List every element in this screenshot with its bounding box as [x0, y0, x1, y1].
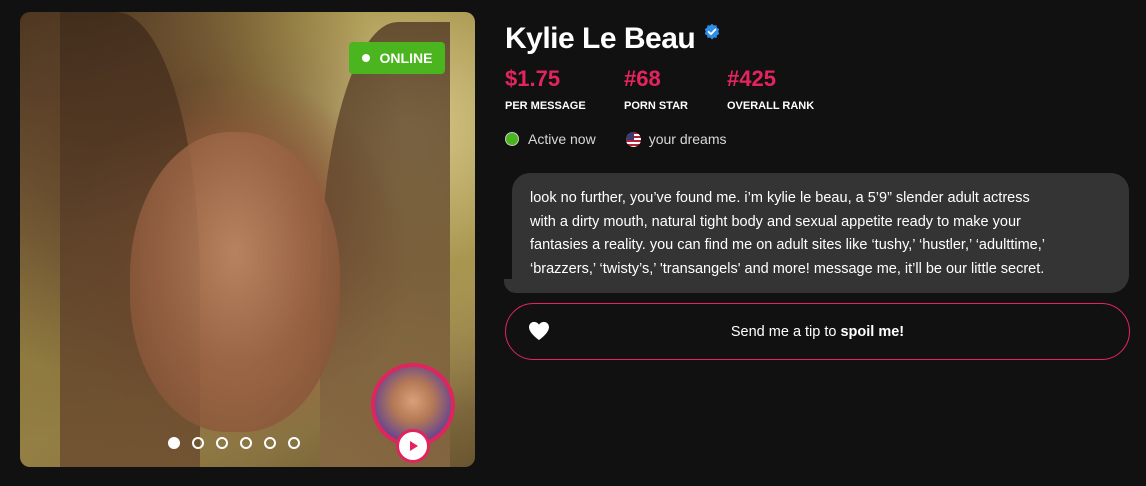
flag-canton: [625, 131, 634, 140]
play-icon: [410, 441, 418, 451]
gallery-dot-5[interactable]: [264, 437, 276, 449]
tip-button-emphasis: spoil me!: [840, 323, 905, 340]
profile-name: Kylie Le Beau: [505, 22, 696, 55]
name-row: Kylie Le Beau: [505, 22, 721, 56]
gallery-dot-4[interactable]: [240, 437, 252, 449]
stat-category-rank: #68 PORN STAR: [624, 66, 688, 112]
stat-overall-rank-value: #425: [727, 66, 776, 91]
play-button[interactable]: [396, 429, 430, 463]
stat-category-rank-label: PORN STAR: [624, 100, 688, 112]
bio-line: look no further, you’ve found me. i’m ky…: [530, 190, 1030, 206]
active-status-text: Active now: [528, 131, 596, 147]
status-row: Active now your dreams: [505, 131, 727, 147]
stat-overall-rank-label: OVERALL RANK: [727, 100, 815, 112]
bio-line: fantasies a reality. you can find me on …: [530, 237, 1045, 253]
gallery-dot-1[interactable]: [168, 437, 180, 449]
online-badge-label: ONLINE: [379, 50, 433, 66]
active-status-icon: [505, 132, 519, 146]
stat-price: $1.75 PER MESSAGE: [505, 66, 586, 112]
bio-bubble: look no further, you’ve found me. i’m ky…: [512, 173, 1129, 293]
gallery-dot-6[interactable]: [288, 437, 300, 449]
profile-page: ONLINE Kylie Le Beau $1.75 PER MESSAGE #…: [0, 0, 1146, 486]
location-text: your dreams: [648, 131, 727, 147]
heart-icon: [529, 321, 549, 341]
photo-face: [130, 132, 340, 432]
bio-line: ‘brazzers,’ ‘twisty’s,’ 'transangels' an…: [530, 260, 1045, 277]
gallery-dot-3[interactable]: [216, 437, 228, 449]
bio-line: with a dirty mouth, natural tight body a…: [530, 213, 1021, 230]
online-badge: ONLINE: [349, 42, 445, 74]
stat-overall-rank: #425 OVERALL RANK: [727, 66, 814, 112]
verified-badge-icon: [705, 23, 720, 40]
stat-price-value: $1.75: [505, 66, 561, 91]
gallery-dot-2[interactable]: [192, 437, 204, 449]
gallery-pagination: [168, 437, 300, 449]
send-tip-button[interactable]: Send me a tip to spoil me!: [505, 303, 1130, 360]
stat-category-rank-value: #68: [624, 66, 661, 91]
profile-photo[interactable]: ONLINE: [20, 12, 475, 467]
us-flag-icon: [625, 131, 641, 147]
stat-price-label: PER MESSAGE: [505, 100, 586, 112]
online-dot-icon: [361, 54, 370, 62]
tip-button-text: Send me a tip to: [730, 323, 837, 340]
